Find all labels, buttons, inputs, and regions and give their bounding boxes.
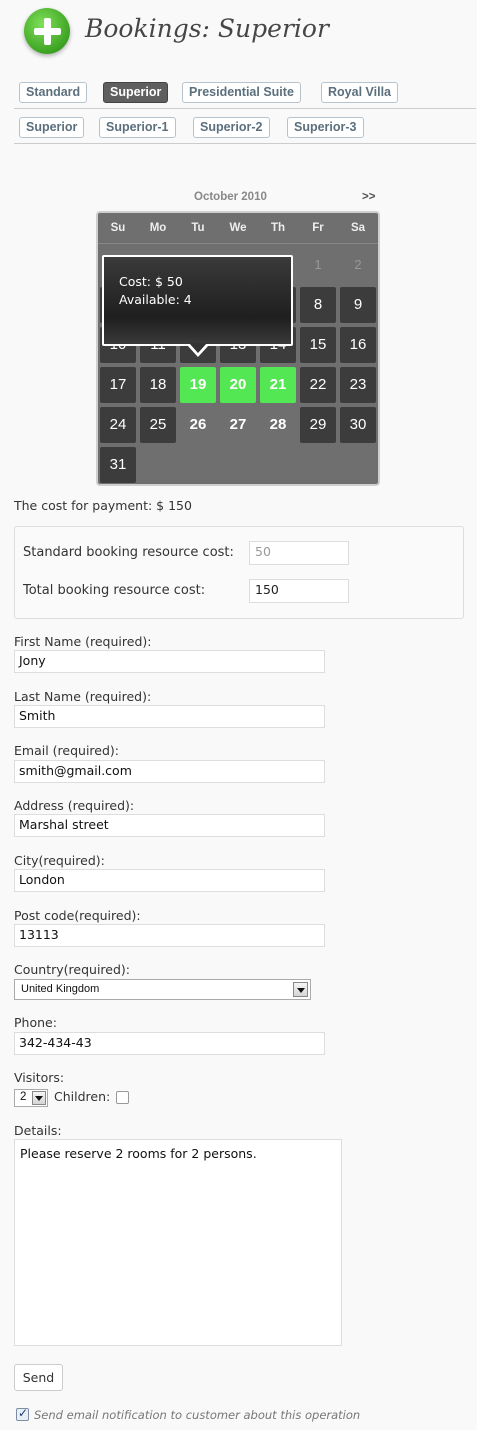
weekday-label: Mo bbox=[149, 222, 167, 234]
calendar-day[interactable]: 22 bbox=[300, 367, 336, 403]
calendar-day[interactable]: 18 bbox=[140, 367, 176, 403]
payment-total-text: The cost for payment: $ 150 bbox=[14, 498, 192, 513]
postcode-field[interactable]: 13113 bbox=[14, 924, 325, 947]
calendar-empty-cell bbox=[140, 447, 176, 483]
calendar-empty-cell bbox=[260, 447, 296, 483]
weekday-label: Tu bbox=[191, 222, 205, 234]
email-label: Email (required): bbox=[14, 743, 119, 758]
weekday-label: Sa bbox=[350, 222, 366, 234]
last-name-label: Last Name (required): bbox=[14, 689, 152, 704]
subtab-superior[interactable]: Superior bbox=[19, 117, 85, 138]
page-title: Bookings: Superior bbox=[85, 14, 329, 43]
subresource-tabs: Superior Superior-1 Superior-2 Superior-… bbox=[14, 109, 476, 144]
calendar-empty-cell bbox=[340, 447, 376, 483]
calendar-day-selected[interactable]: 21 bbox=[260, 367, 296, 403]
email-field[interactable]: smith@gmail.com bbox=[14, 760, 325, 783]
tooltip-arrow bbox=[187, 343, 209, 357]
tab-royal-villa[interactable]: Royal Villa bbox=[321, 82, 398, 103]
weekday-label: Th bbox=[270, 222, 286, 234]
calendar-day-unavailable[interactable]: 28 bbox=[260, 407, 296, 443]
visitors-select-value: 2 bbox=[20, 1091, 27, 1103]
address-field[interactable]: Marshal street bbox=[14, 814, 325, 837]
calendar-empty-cell bbox=[180, 447, 216, 483]
calendar-day[interactable]: 31 bbox=[100, 447, 136, 483]
calendar-day-unavailable[interactable]: 26 bbox=[180, 407, 216, 443]
day-tooltip: Cost: $ 50 Available: 4 bbox=[102, 255, 293, 346]
tooltip-cost: Cost: $ 50 bbox=[119, 274, 183, 289]
country-select-value: United Kingdom bbox=[21, 983, 100, 995]
calendar-day-selected[interactable]: 19 bbox=[180, 367, 216, 403]
add-booking-icon bbox=[24, 8, 70, 54]
calendar-day[interactable]: 15 bbox=[300, 327, 336, 363]
calendar-day[interactable]: 8 bbox=[300, 287, 336, 323]
notify-checkbox[interactable] bbox=[16, 1406, 29, 1421]
tab-presidential-suite[interactable]: Presidential Suite bbox=[182, 82, 301, 103]
details-textarea[interactable]: Please reserve 2 rooms for 2 persons. bbox=[14, 1139, 342, 1346]
subtab-superior-2[interactable]: Superior-2 bbox=[193, 117, 270, 138]
total-cost-field[interactable]: 150 bbox=[249, 579, 349, 603]
calendar-day[interactable]: 17 bbox=[100, 367, 136, 403]
calendar-day[interactable]: 25 bbox=[140, 407, 176, 443]
tooltip-available: Available: 4 bbox=[119, 292, 192, 307]
subtab-superior-3[interactable]: Superior-3 bbox=[287, 117, 364, 138]
last-name-field[interactable]: Smith bbox=[14, 705, 325, 728]
children-checkbox[interactable] bbox=[116, 1091, 129, 1104]
visitors-label: Visitors: bbox=[14, 1070, 65, 1085]
visitors-select[interactable]: 2 bbox=[14, 1089, 48, 1107]
calendar-month: October 2010 bbox=[194, 191, 267, 203]
cost-box: Standard booking resource cost: 50 Total… bbox=[14, 526, 464, 619]
resource-tabs: Standard Superior Presidential Suite Roy… bbox=[14, 74, 476, 109]
calendar-day[interactable]: 1 bbox=[300, 247, 336, 283]
details-label: Details: bbox=[14, 1123, 62, 1138]
postcode-label: Post code(required): bbox=[14, 908, 141, 923]
tab-standard[interactable]: Standard bbox=[19, 82, 88, 103]
first-name-label: First Name (required): bbox=[14, 634, 152, 649]
city-field[interactable]: London bbox=[14, 869, 325, 892]
standard-cost-field[interactable]: 50 bbox=[249, 541, 349, 565]
city-label: City(required): bbox=[14, 853, 105, 868]
address-label: Address (required): bbox=[14, 798, 135, 813]
dropdown-arrow-icon[interactable] bbox=[293, 982, 308, 997]
country-select[interactable]: United Kingdom bbox=[14, 979, 311, 1000]
dropdown-arrow-icon[interactable] bbox=[32, 1091, 46, 1105]
calendar-empty-cell bbox=[220, 447, 256, 483]
calendar-empty-cell bbox=[300, 447, 336, 483]
calendar-day[interactable]: 2 bbox=[340, 247, 376, 283]
phone-field[interactable]: 342-434-43 bbox=[14, 1032, 325, 1055]
standard-cost-label: Standard booking resource cost: bbox=[23, 545, 234, 560]
country-label: Country(required): bbox=[14, 962, 130, 977]
calendar-day[interactable]: 30 bbox=[340, 407, 376, 443]
calendar-day[interactable]: 24 bbox=[100, 407, 136, 443]
tab-superior[interactable]: Superior bbox=[103, 82, 169, 103]
notify-label: Send email notification to customer abou… bbox=[34, 1408, 361, 1422]
calendar-day-unavailable[interactable]: 27 bbox=[220, 407, 256, 443]
children-label: Children: bbox=[54, 1089, 111, 1104]
calendar-day[interactable]: 29 bbox=[300, 407, 336, 443]
total-cost-label: Total booking resource cost: bbox=[23, 583, 206, 598]
phone-label: Phone: bbox=[14, 1015, 57, 1030]
calendar-day[interactable]: 23 bbox=[340, 367, 376, 403]
subtab-superior-1[interactable]: Superior-1 bbox=[99, 117, 176, 138]
send-button[interactable]: Send bbox=[14, 1364, 63, 1391]
weekday-label: Su bbox=[110, 222, 126, 234]
calendar-day[interactable]: 9 bbox=[340, 287, 376, 323]
weekday-label: Fr bbox=[312, 222, 324, 234]
next-month-link[interactable]: >> bbox=[362, 191, 375, 203]
calendar-day-selected[interactable]: 20 bbox=[220, 367, 256, 403]
calendar-weekday-row: Su Mo Tu We Th Fr Sa bbox=[98, 213, 378, 244]
first-name-field[interactable]: Jony bbox=[14, 650, 325, 673]
weekday-label: We bbox=[229, 222, 247, 234]
booking-calendar: SuMoTuWeThFrSa 1234567891011121314151617… bbox=[96, 211, 380, 486]
calendar-day[interactable]: 16 bbox=[340, 327, 376, 363]
